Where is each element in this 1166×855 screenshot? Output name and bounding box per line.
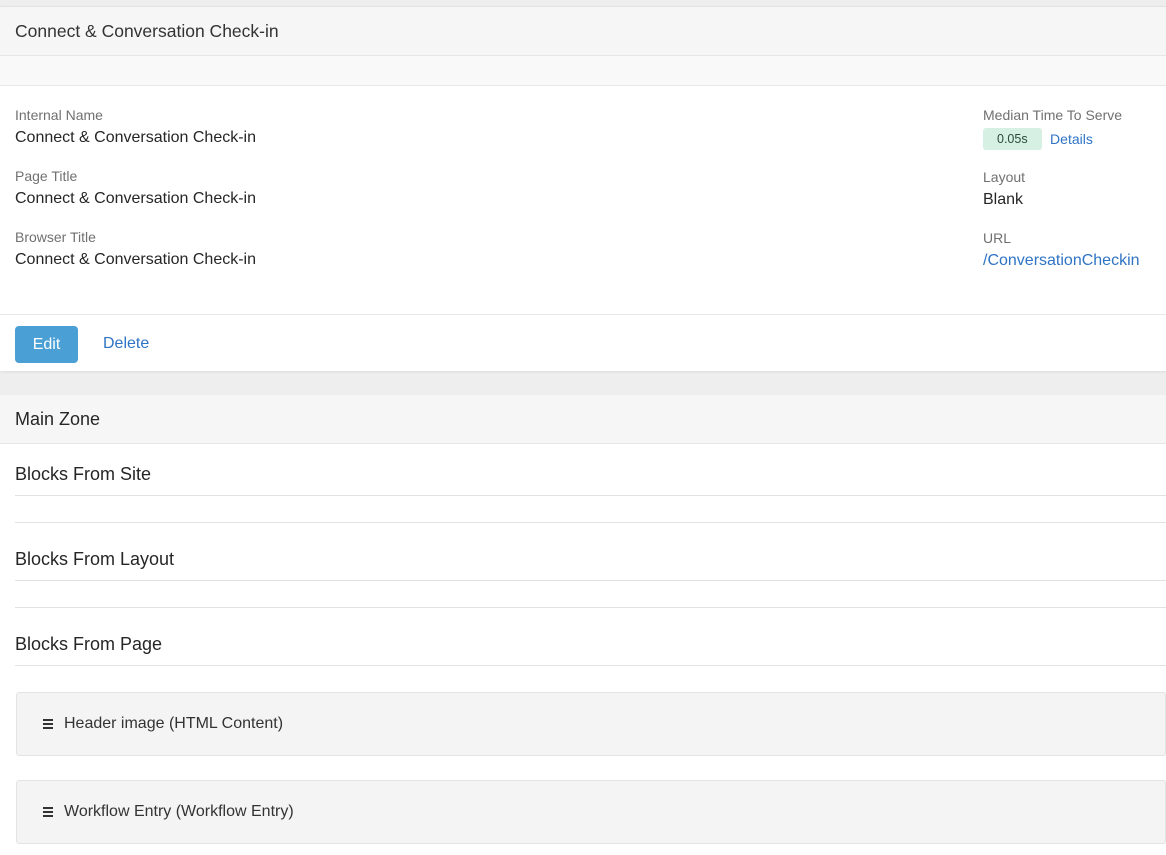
panel-subheading <box>0 56 1166 86</box>
edit-button[interactable]: Edit <box>15 326 78 363</box>
median-time-label: Median Time To Serve <box>983 107 1123 123</box>
section-blocks-from-page: Blocks From Page <box>15 634 1166 666</box>
block-item-workflow-entry[interactable]: Workflow Entry (Workflow Entry) <box>16 780 1166 844</box>
block-item-header-image[interactable]: Header image (HTML Content) <box>16 692 1166 756</box>
page-title-label: Page Title <box>15 168 78 184</box>
median-time-field: Median Time To Serve 0.05s Details <box>983 107 1122 150</box>
url-link[interactable]: /ConversationCheckin <box>983 251 1140 271</box>
zone-title: Main Zone <box>0 395 1166 444</box>
block-item-label: Header image (HTML Content) <box>64 715 284 732</box>
browser-title-field: Browser Title Connect & Conversation Che… <box>15 229 256 270</box>
section-divider <box>15 522 1166 523</box>
url-label: URL <box>983 230 1012 246</box>
section-blocks-from-layout: Blocks From Layout <box>15 549 1166 581</box>
browser-title-value: Connect & Conversation Check-in <box>15 251 257 268</box>
url-field: URL /ConversationCheckin <box>983 230 1140 271</box>
main-zone-panel: Main Zone Blocks From Site Blocks From L… <box>0 395 1166 855</box>
page-title-field: Page Title Connect & Conversation Check-… <box>15 168 256 209</box>
drag-handle-icon[interactable] <box>43 807 53 817</box>
block-item-label: Workflow Entry (Workflow Entry) <box>64 803 294 820</box>
median-time-details-link[interactable]: Details <box>1050 131 1093 147</box>
median-time-badge: 0.05s <box>983 128 1042 150</box>
page-detail-panel: Connect & Conversation Check-in Internal… <box>0 6 1166 371</box>
section-blocks-from-site: Blocks From Site <box>15 464 1166 496</box>
page-title-value: Connect & Conversation Check-in <box>15 190 257 207</box>
layout-value: Blank <box>983 191 1024 208</box>
page-details: Internal Name Connect & Conversation Che… <box>0 86 1166 314</box>
internal-name-label: Internal Name <box>15 107 103 123</box>
layout-label: Layout <box>983 169 1026 185</box>
internal-name-value: Connect & Conversation Check-in <box>15 129 257 146</box>
browser-title-label: Browser Title <box>15 229 96 245</box>
page-actions: Edit Delete <box>0 314 1166 372</box>
delete-button[interactable]: Delete <box>103 335 149 353</box>
section-divider <box>15 607 1166 608</box>
drag-handle-icon[interactable] <box>43 719 53 729</box>
layout-field: Layout Blank <box>983 169 1025 210</box>
internal-name-field: Internal Name Connect & Conversation Che… <box>15 107 256 148</box>
page-title: Connect & Conversation Check-in <box>0 7 1166 56</box>
